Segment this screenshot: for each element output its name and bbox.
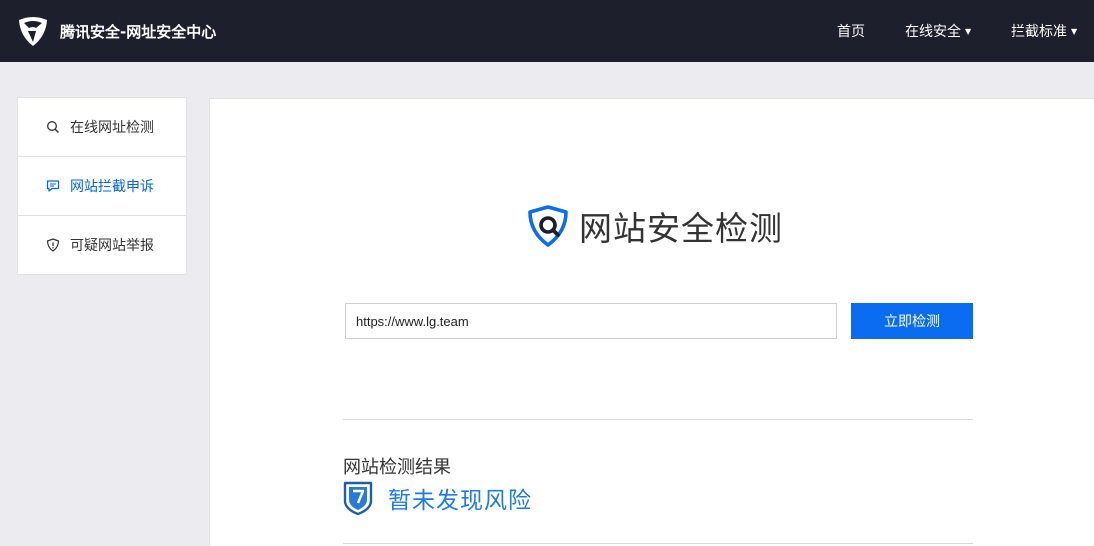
check-now-button[interactable]: 立即检测 — [851, 303, 973, 339]
nav-block-standard[interactable]: 拦截标准 ▼ — [1011, 0, 1077, 62]
divider — [343, 419, 973, 420]
sidebar: 在线网址检测 网站拦截申诉 可疑网站举报 — [17, 97, 187, 275]
page-title: 网站安全检测 — [579, 209, 783, 248]
result-status: 暂未发现风险 — [343, 480, 532, 516]
nav-home-label: 首页 — [837, 24, 865, 40]
nav-block-standard-label: 拦截标准 — [1011, 24, 1067, 40]
url-input[interactable] — [345, 303, 837, 339]
shield-safe-icon — [343, 481, 373, 515]
sidebar-item-label: 网站拦截申诉 — [70, 179, 154, 195]
nav-online-security[interactable]: 在线安全 ▼ — [905, 0, 971, 62]
shield-search-icon — [528, 205, 568, 247]
sidebar-item-url-check[interactable]: 在线网址检测 — [18, 98, 186, 157]
sidebar-item-label: 在线网址检测 — [70, 120, 154, 136]
hero: 网站安全检测 — [525, 203, 783, 249]
search-icon — [47, 121, 59, 133]
shield-alert-icon — [46, 238, 60, 252]
nav-home[interactable]: 首页 — [837, 0, 865, 62]
brand-title: 腾讯安全-网址安全中心 — [60, 22, 217, 41]
result-text: 暂未发现风险 — [388, 488, 532, 514]
sidebar-item-report[interactable]: 可疑网站举报 — [18, 216, 186, 274]
comment-icon — [46, 180, 60, 192]
divider — [343, 543, 973, 544]
sidebar-item-label: 可疑网站举报 — [70, 238, 154, 254]
sidebar-item-appeal[interactable]: 网站拦截申诉 — [18, 157, 186, 216]
result-label: 网站检测结果 — [343, 457, 451, 478]
nav-online-security-label: 在线安全 — [905, 24, 961, 40]
tencent-security-logo-icon — [19, 17, 47, 46]
brand[interactable]: 腾讯安全-网址安全中心 — [16, 13, 216, 49]
caret-down-icon: ▼ — [1071, 26, 1078, 36]
caret-down-icon: ▼ — [965, 26, 972, 36]
top-navbar: 腾讯安全-网址安全中心 首页 在线安全 ▼ 拦截标准 ▼ — [0, 0, 1094, 62]
